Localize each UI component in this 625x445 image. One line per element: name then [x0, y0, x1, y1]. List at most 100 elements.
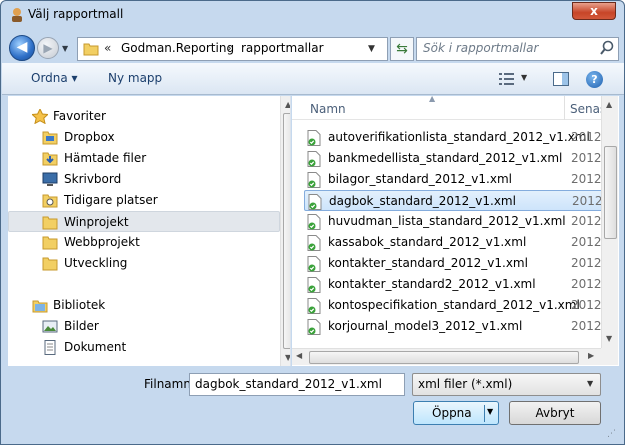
filename-label: Filnamn: — [144, 377, 195, 391]
column-header-row: ▲ Namn Senas — [292, 96, 606, 120]
sidebar-item-bilder[interactable]: Bilder — [8, 316, 280, 337]
file-name: kassabok_standard_2012_v1.xml — [328, 235, 527, 249]
sidebar-item-label: Winprojekt — [64, 215, 129, 229]
file-row[interactable]: kontakter_standard2_2012_v1.xml 2012-0 — [304, 274, 614, 295]
sidebar-item-label: Tidigare platser — [64, 193, 158, 207]
library-icon — [32, 298, 48, 313]
sidebar-item-hamtade-filer[interactable]: Hämtade filer — [8, 148, 280, 169]
recent-locations-dropdown-icon[interactable]: ▼ — [62, 44, 72, 53]
organize-button[interactable]: Ordna ▾ — [31, 71, 78, 85]
file-name: huvudman_lista_standard_2012_v1.xml — [328, 214, 566, 228]
sidebar-item-dropbox[interactable]: Dropbox — [8, 127, 280, 148]
sidebar-item-label: Dokument — [64, 340, 127, 354]
file-name: dagbok_standard_2012_v1.xml — [329, 194, 516, 208]
filename-input[interactable]: dagbok_standard_2012_v1.xml — [189, 373, 405, 396]
file-name: korjournal_model3_2012_v1.xml — [328, 319, 523, 333]
sidebar-item-label: Utveckling — [64, 256, 128, 270]
resize-grip-icon[interactable]: ⋰ — [607, 429, 616, 439]
help-icon[interactable]: ? — [586, 71, 603, 88]
scroll-down-icon[interactable]: ▼ — [285, 353, 290, 362]
file-row[interactable]: kontakter_standard_2012_v1.xml 2012-0 — [304, 253, 614, 274]
search-box[interactable]: Sök i rapportmallar — [416, 37, 619, 61]
recent-places-icon — [42, 193, 58, 208]
scrollbar-thumb[interactable] — [283, 113, 290, 349]
address-dropdown-icon[interactable]: ▼ — [368, 44, 375, 54]
new-folder-button[interactable]: Ny mapp — [108, 71, 162, 85]
sidebar-item-dokument[interactable]: Dokument — [8, 337, 280, 358]
file-name: bankmedellista_standard_2012_v1.xml — [328, 151, 563, 165]
dropbox-folder-icon — [42, 130, 58, 145]
file-row[interactable]: huvudman_lista_standard_2012_v1.xml 2012… — [304, 211, 614, 232]
breadcrumb-overflow[interactable]: « — [104, 41, 111, 55]
view-icon[interactable] — [499, 72, 515, 89]
file-list-horizontal-scrollbar[interactable]: ◀ ▶ — [292, 348, 601, 365]
folder-icon — [42, 235, 58, 250]
command-toolbar: Ordna ▾ Ny mapp ▼ ? — [2, 63, 624, 95]
file-name: kontospecifikation_standard_2012_v1.xml — [328, 298, 580, 312]
sidebar-item-label: Skrivbord — [64, 172, 122, 186]
downloads-icon — [42, 151, 58, 166]
navigation-pane: Favoriter Dropbox Hämtade filer Skrivbor… — [8, 96, 291, 366]
scroll-up-icon[interactable]: ▲ — [606, 100, 612, 109]
sort-ascending-icon: ▲ — [429, 96, 436, 103]
sidebar-item-webbprojekt[interactable]: Webbprojekt — [8, 232, 280, 253]
title-bar[interactable]: Välj rapportmall x — [1, 1, 624, 31]
file-list-vertical-scrollbar[interactable]: ▲ ▼ — [601, 96, 618, 348]
pictures-icon — [42, 319, 58, 334]
scroll-up-icon[interactable]: ▲ — [285, 100, 290, 109]
scrollbar-thumb[interactable] — [309, 351, 579, 364]
preview-pane-icon[interactable] — [553, 72, 569, 89]
scrollbar-thumb[interactable] — [604, 146, 617, 239]
star-icon — [31, 107, 49, 125]
sidebar-item-tidigare-platser[interactable]: Tidigare platser — [8, 190, 280, 211]
split-divider — [484, 405, 485, 422]
column-header-name[interactable]: Namn — [310, 102, 346, 116]
sidebar-item-label: Favoriter — [53, 109, 106, 123]
sidebar-item-skrivbord[interactable]: Skrivbord — [8, 169, 280, 190]
filetype-value: xml filer (*.xml) — [418, 377, 513, 391]
search-input[interactable]: Sök i rapportmallar — [423, 41, 538, 55]
file-row[interactable]: bilagor_standard_2012_v1.xml 2012-0 — [304, 169, 614, 190]
documents-icon — [42, 340, 58, 355]
back-button[interactable]: ◀ — [9, 35, 35, 61]
xml-file-icon — [306, 319, 322, 341]
file-row[interactable]: bankmedellista_standard_2012_v1.xml 2012… — [304, 148, 614, 169]
dialog-footer: Filnamn: dagbok_standard_2012_v1.xml xml… — [1, 367, 624, 444]
file-row[interactable]: kassabok_standard_2012_v1.xml 2012-0 — [304, 232, 614, 253]
filetype-select[interactable]: xml filer (*.xml) ▼ — [412, 373, 601, 396]
file-name: kontakter_standard2_2012_v1.xml — [328, 277, 536, 291]
open-button[interactable]: Öppna ▼ — [413, 401, 499, 425]
column-divider[interactable] — [564, 96, 565, 120]
folder-icon — [42, 256, 58, 271]
breadcrumb-godman-reporting[interactable]: Godman.Reporting — [121, 41, 234, 55]
file-row[interactable]: kontospecifikation_standard_2012_v1.xml … — [304, 295, 614, 316]
breadcrumb-separator[interactable]: › — [227, 41, 232, 55]
scroll-down-icon[interactable]: ▼ — [606, 334, 612, 343]
search-icon[interactable] — [600, 40, 614, 59]
scroll-right-icon[interactable]: ▶ — [588, 351, 594, 360]
file-open-dialog: Välj rapportmall x ◀ ▶ ▼ « Godman.Report… — [0, 0, 625, 445]
scroll-left-icon[interactable]: ◀ — [296, 351, 302, 360]
file-row[interactable]: autoverifikationlista_standard_2012_v1.x… — [304, 127, 614, 148]
sidebar-item-label: Dropbox — [64, 130, 115, 144]
breadcrumb-rapportmallar[interactable]: rapportmallar — [241, 41, 324, 55]
file-list-pane: ▲ Namn Senas autoverifikationlista_stand… — [292, 96, 619, 366]
file-name: kontakter_standard_2012_v1.xml — [328, 256, 528, 270]
navigation-scrollbar[interactable]: ▲ ▼ — [280, 96, 290, 366]
desktop-icon — [42, 172, 58, 187]
open-options-dropdown-icon[interactable]: ▼ — [487, 407, 493, 416]
close-button[interactable]: x — [572, 2, 616, 20]
sidebar-item-winprojekt[interactable]: Winprojekt — [8, 211, 280, 232]
sidebar-item-utveckling[interactable]: Utveckling — [8, 253, 280, 274]
cancel-button[interactable]: Avbryt — [509, 401, 601, 425]
file-name: bilagor_standard_2012_v1.xml — [328, 172, 512, 186]
forward-button[interactable]: ▶ — [37, 37, 59, 59]
sidebar-item-favoriter[interactable]: Favoriter — [8, 106, 280, 127]
view-dropdown-icon[interactable]: ▼ — [521, 73, 527, 82]
sidebar-item-bibliotek[interactable]: Bibliotek — [8, 295, 280, 316]
address-bar[interactable]: « Godman.Reporting › rapportmallar ▼ — [77, 37, 388, 61]
file-row[interactable]: korjournal_model3_2012_v1.xml 2012-0 — [304, 316, 614, 337]
file-row-selected[interactable]: dagbok_standard_2012_v1.xml 2012-0 — [304, 190, 615, 211]
sidebar-item-label: Webbprojekt — [64, 235, 140, 249]
refresh-button[interactable]: ⇆ — [390, 37, 414, 61]
